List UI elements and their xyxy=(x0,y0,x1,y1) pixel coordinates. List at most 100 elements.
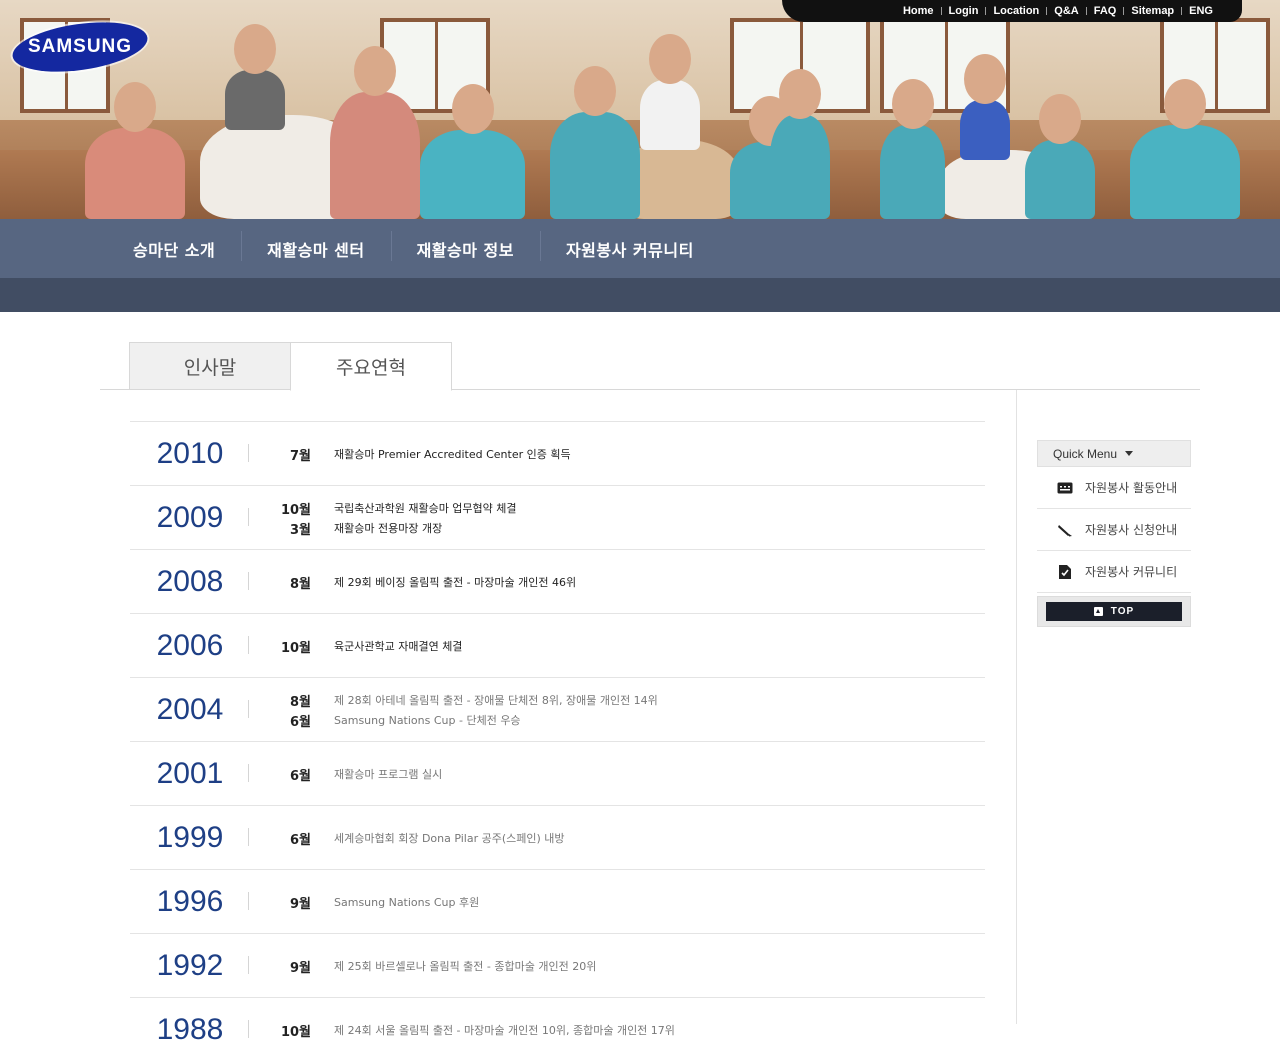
event-month: 6월 xyxy=(289,832,311,848)
quick-menu-header[interactable]: Quick Menu xyxy=(1037,440,1191,467)
person xyxy=(960,54,1010,160)
event-text: 재활승마 프로그램 실시 xyxy=(334,768,443,781)
person xyxy=(85,82,185,219)
history-row: 2008 8월 제 29회 베이징 올림픽 출전 - 마장마술 개인전 46위 xyxy=(130,549,985,613)
person xyxy=(640,34,700,150)
tab-greeting[interactable]: 인사말 xyxy=(129,342,291,390)
row-divider xyxy=(248,764,249,782)
event-text: 재활승마 Premier Accredited Center 인증 획득 xyxy=(334,448,571,461)
history-event: 9월 Samsung Nations Cup 후원 xyxy=(280,892,479,912)
sub-nav-bar xyxy=(0,278,1280,312)
history-events: 10월 육군사관학교 자매결연 체결 xyxy=(280,614,463,678)
quick-item-label: 자원봉사 커뮤니티 xyxy=(1085,565,1178,579)
event-month: 10월 xyxy=(280,640,311,656)
event-month: 10월 xyxy=(280,1024,311,1040)
top-button[interactable]: TOP xyxy=(1046,602,1182,621)
quick-item-volunteer-community[interactable]: 자원봉사 커뮤니티 xyxy=(1037,551,1191,593)
event-month: 8월 xyxy=(289,576,311,592)
keyboard-icon xyxy=(1057,481,1073,495)
history-events: 8월 제 28회 아테네 올림픽 출전 - 장애물 단체전 8위, 장애물 개인전… xyxy=(280,678,658,742)
event-text: 국립축산과학원 재활승마 업무협약 체결 xyxy=(334,502,517,515)
quick-menu-title: Quick Menu xyxy=(1053,446,1118,461)
person xyxy=(550,66,640,219)
row-divider xyxy=(248,1020,249,1038)
person xyxy=(880,79,945,219)
top-button-label: TOP xyxy=(1110,606,1135,617)
event-month: 6월 xyxy=(289,714,311,730)
event-month: 9월 xyxy=(289,896,311,912)
history-year: 2009 xyxy=(156,501,224,534)
util-location-link[interactable]: Location xyxy=(986,5,1046,17)
history-event: 6월 세계승마협회 회장 Dona Pilar 공주(스페인) 내방 xyxy=(280,828,565,848)
event-text: Samsung Nations Cup - 단체전 우승 xyxy=(334,714,521,727)
tab-history[interactable]: 주요연혁 xyxy=(290,342,452,391)
util-home-link[interactable]: Home xyxy=(896,5,941,17)
event-month: 6월 xyxy=(289,768,311,784)
event-month: 7월 xyxy=(289,448,311,464)
top-button-wrap: TOP xyxy=(1037,596,1191,627)
history-events: 8월 제 29회 베이징 올림픽 출전 - 마장마술 개인전 46위 xyxy=(280,550,576,614)
history-event: 8월 제 28회 아테네 올림픽 출전 - 장애물 단체전 8위, 장애물 개인전… xyxy=(280,690,658,710)
history-events: 9월 제 25회 바르셀로나 올림픽 출전 - 종합마술 개인전 20위 xyxy=(280,934,596,998)
history-row: 1996 9월 Samsung Nations Cup 후원 xyxy=(130,869,985,933)
history-row: 2006 10월 육군사관학교 자매결연 체결 xyxy=(130,613,985,677)
history-event: 6월 재활승마 프로그램 실시 xyxy=(280,764,442,784)
quick-item-volunteer-apply[interactable]: 자원봉사 신청안내 xyxy=(1037,509,1191,551)
row-divider xyxy=(248,444,249,462)
event-text: 제 24회 서울 올림픽 출전 - 마장마술 개인전 10위, 종합마술 개인전… xyxy=(334,1024,675,1037)
person xyxy=(1130,79,1240,219)
history-row: 2010 7월 재활승마 Premier Accredited Center 인증… xyxy=(130,421,985,485)
util-qna-link[interactable]: Q&A xyxy=(1047,5,1085,17)
util-login-link[interactable]: Login xyxy=(942,5,986,17)
event-text: 재활승마 전용마장 개장 xyxy=(334,522,443,535)
row-divider xyxy=(248,892,249,910)
event-text: 제 28회 아테네 올림픽 출전 - 장애물 단체전 8위, 장애물 개인전 1… xyxy=(334,694,658,707)
utility-bar: Home Login Location Q&A FAQ Sitemap ENG xyxy=(782,0,1242,22)
history-event: 10월 제 24회 서울 올림픽 출전 - 마장마술 개인전 10위, 종합마술 … xyxy=(280,1020,675,1040)
row-divider xyxy=(248,636,249,654)
event-month: 10월 xyxy=(280,502,311,518)
event-text: 제 29회 베이징 올림픽 출전 - 마장마술 개인전 46위 xyxy=(334,576,577,589)
history-row: 1999 6월 세계승마협회 회장 Dona Pilar 공주(스페인) 내방 xyxy=(130,805,985,869)
nav-item-volunteer-community[interactable]: 자원봉사 커뮤니티 xyxy=(539,230,720,261)
history-event: 7월 재활승마 Premier Accredited Center 인증 획득 xyxy=(280,444,571,464)
arrow-up-icon xyxy=(1093,607,1103,616)
person xyxy=(225,24,285,130)
nav-item-rehab-center[interactable]: 재활승마 센터 xyxy=(241,230,390,261)
history-year: 1999 xyxy=(156,821,224,854)
history-year: 2010 xyxy=(156,437,224,470)
nav-item-about[interactable]: 승마단 소개 xyxy=(107,237,241,261)
chevron-down-icon xyxy=(1125,451,1134,456)
history-list: 2010 7월 재활승마 Premier Accredited Center 인증… xyxy=(130,421,985,1061)
history-year: 2001 xyxy=(156,757,224,790)
util-sitemap-link[interactable]: Sitemap xyxy=(1124,5,1181,17)
history-year: 2004 xyxy=(156,693,224,726)
quick-item-volunteer-activity[interactable]: 자원봉사 활동안내 xyxy=(1037,467,1191,509)
history-events: 9월 Samsung Nations Cup 후원 xyxy=(280,870,479,934)
event-month: 9월 xyxy=(289,960,311,976)
history-event: 10월 국립축산과학원 재활승마 업무협약 체결 xyxy=(280,498,517,518)
history-events: 6월 세계승마협회 회장 Dona Pilar 공주(스페인) 내방 xyxy=(280,806,565,870)
content-tabs: 인사말 주요연혁 xyxy=(100,342,1200,391)
history-year: 1992 xyxy=(156,949,224,982)
util-eng-link[interactable]: ENG xyxy=(1182,5,1220,17)
history-event: 3월 재활승마 전용마장 개장 xyxy=(280,518,517,538)
event-month: 3월 xyxy=(289,522,311,538)
history-events: 7월 재활승마 Premier Accredited Center 인증 획득 xyxy=(280,422,571,486)
history-row: 2004 8월 제 28회 아테네 올림픽 출전 - 장애물 단체전 8위, 장애… xyxy=(130,677,985,741)
event-text: 세계승마협회 회장 Dona Pilar 공주(스페인) 내방 xyxy=(334,832,565,845)
row-divider xyxy=(248,572,249,590)
main-nav: 승마단 소개 재활승마 센터 재활승마 정보 자원봉사 커뮤니티 xyxy=(0,219,1280,278)
pencil-icon xyxy=(1057,523,1073,537)
history-events: 6월 재활승마 프로그램 실시 xyxy=(280,742,442,806)
hero-banner: SAMSUNG Home Login Location Q&A FAQ Site… xyxy=(0,0,1280,219)
checklist-icon xyxy=(1057,564,1073,579)
nav-item-rehab-info[interactable]: 재활승마 정보 xyxy=(390,230,540,261)
history-events: 10월 국립축산과학원 재활승마 업무협약 체결 3월 재활승마 전용마장 개장 xyxy=(280,486,517,550)
history-row: 1992 9월 제 25회 바르셀로나 올림픽 출전 - 종합마술 개인전 20위 xyxy=(130,933,985,997)
row-divider xyxy=(248,956,249,974)
history-event: 6월 Samsung Nations Cup - 단체전 우승 xyxy=(280,710,658,730)
event-text: Samsung Nations Cup 후원 xyxy=(334,896,480,909)
history-year: 2006 xyxy=(156,629,224,662)
util-faq-link[interactable]: FAQ xyxy=(1087,5,1124,17)
